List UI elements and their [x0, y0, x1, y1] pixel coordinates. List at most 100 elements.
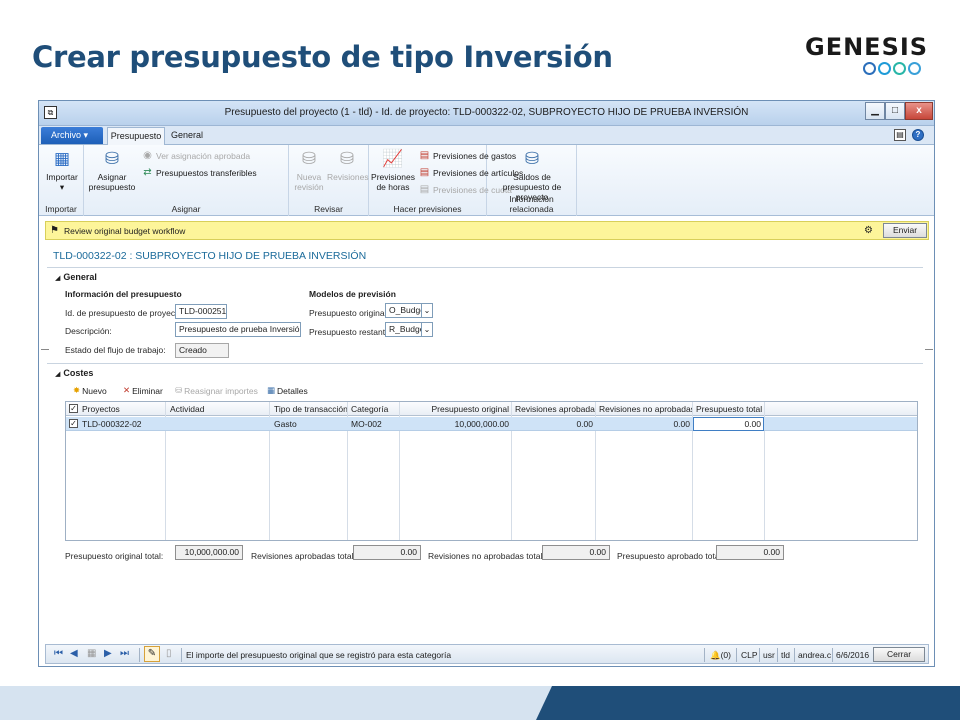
row-checkbox[interactable]: ✓ [69, 419, 78, 428]
eliminar-label: Eliminar [132, 385, 163, 396]
expense-icon: ▤ [419, 150, 430, 161]
nuevo-button[interactable]: ✸ Nuevo [73, 385, 107, 396]
collapse-icon: ◢ [55, 275, 61, 282]
restante-model-label: Presupuesto restante: [309, 327, 393, 337]
importar-label: Importar [46, 172, 78, 182]
asignar-presupuesto-button[interactable]: ⛁ Asignar presupuesto [87, 148, 137, 192]
ver-asignacion-label: Ver asignación aprobada [156, 150, 251, 161]
first-record-icon[interactable]: ⏮ [54, 648, 63, 659]
cell-proyecto[interactable]: TLD-000322-02 [79, 417, 164, 431]
last-record-icon[interactable]: ⏭ [120, 648, 129, 659]
logo-text: GENESIS [805, 33, 929, 61]
cell-presupuesto-original[interactable]: 10,000,000.00 [400, 417, 512, 431]
minimize-button[interactable]: ▁ [865, 102, 885, 120]
view-icon: ◉ [143, 150, 152, 161]
tab-archivo[interactable]: Archivo ▾ [41, 127, 103, 144]
select-all-checkbox[interactable]: ✓ [69, 404, 78, 413]
revisiones-label: Revisiones [327, 172, 369, 182]
alerts-indicator[interactable]: 🔔(0) [710, 650, 731, 661]
nueva-revision-button[interactable]: ⛁ Nueva revisión [292, 148, 326, 192]
next-record-icon[interactable]: ▶ [104, 648, 112, 659]
nueva-revision-label: Nueva revisión [294, 172, 324, 192]
currency-indicator[interactable]: CLP [741, 650, 758, 660]
section-costes-label: Costes [63, 368, 94, 378]
workflow-icon: ⚑ [50, 225, 59, 236]
table-row[interactable]: ✓ TLD-000322-02 Gasto MO-002 10,000,000.… [66, 417, 917, 431]
tab-general[interactable]: General [167, 127, 207, 145]
date-indicator[interactable]: 6/6/2016 [836, 650, 869, 660]
revisiones-button[interactable]: ⛁ Revisiones [327, 148, 369, 182]
document-icon[interactable]: ▯ [166, 648, 172, 659]
logo-ring [893, 62, 906, 75]
cerrar-button[interactable]: Cerrar [873, 647, 925, 662]
cell-actividad[interactable] [167, 417, 271, 431]
chevron-down-icon[interactable]: ⌄ [422, 303, 433, 318]
record-title: TLD-000322-02 : SUBPROYECTO HIJO DE PRUE… [53, 250, 367, 262]
col-presupuesto-total[interactable]: Presupuesto total [693, 402, 764, 416]
section-costes[interactable]: ◢ Costes [55, 368, 93, 378]
detalles-button[interactable]: ▦ Detalles [267, 385, 308, 396]
workflow-actions-icon[interactable]: ⚙ [864, 225, 873, 236]
workflow-bar: ⚑ Review original budget workflow ⚙ Envi… [45, 221, 929, 240]
new-revision-icon: ⛁ [301, 149, 317, 168]
total-aprobado-label: Presupuesto aprobado total: [617, 551, 724, 561]
chevron-down-icon[interactable]: ⌄ [422, 322, 433, 337]
section-general-label: General [63, 272, 97, 282]
genesis-logo: GENESIS [805, 34, 930, 79]
cell-presupuesto-total[interactable]: 0.00 [693, 417, 764, 431]
id-field[interactable]: TLD-000251 [175, 304, 227, 319]
layout-icon[interactable]: ▤ [894, 129, 906, 141]
tab-presupuesto[interactable]: Presupuesto [107, 127, 165, 145]
group-importar: ▦ Importar ▾ Importar [39, 145, 84, 216]
col-actividad[interactable]: Actividad [167, 402, 271, 416]
tab-archivo-label: Archivo [51, 130, 82, 140]
col-revisiones-aprobadas[interactable]: Revisiones aprobadas [512, 402, 596, 416]
restante-model-field[interactable]: R_Budget [385, 322, 422, 337]
description-field[interactable]: Presupuesto de prueba Inversión [175, 322, 301, 337]
ribbon-tabs: Archivo ▾ Presupuesto General ▤ ? [39, 126, 934, 145]
slide-title: Crear presupuesto de tipo Inversión [32, 40, 613, 74]
col-presupuesto-original[interactable]: Presupuesto original [400, 402, 512, 416]
status-divider [794, 648, 795, 662]
splitter-mark [41, 349, 49, 350]
detalles-label: Detalles [277, 385, 308, 396]
grid-view-icon[interactable]: ▦ [87, 648, 96, 659]
hours-forecast-icon: 📈 [382, 149, 404, 168]
close-window-button[interactable]: x [905, 102, 933, 120]
transfer-icon: ⇄ [143, 167, 152, 178]
reasignar-button[interactable]: ⛁ Reasignar importes [175, 385, 258, 396]
reasignar-label: Reasignar importes [184, 385, 258, 396]
status-divider [139, 648, 140, 662]
user-indicator[interactable]: usr [763, 650, 775, 660]
cell-revisiones-aprobadas: 0.00 [576, 419, 593, 429]
ver-asignacion-button[interactable]: ◉ Ver asignación aprobada [142, 150, 250, 161]
edit-mode-icon[interactable]: ✎ [144, 646, 160, 662]
help-icon[interactable]: ? [912, 129, 924, 141]
maximize-button[interactable]: □ [885, 102, 905, 120]
section-general[interactable]: ◢ General [55, 272, 97, 282]
cell-tipo-transaccion[interactable]: Gasto [271, 417, 348, 431]
estado-label: Estado del flujo de trabajo: [65, 345, 166, 355]
col-tipo-transaccion[interactable]: Tipo de transacción [271, 402, 348, 416]
divider [47, 267, 923, 268]
logo-ring [908, 62, 921, 75]
account-indicator: andrea.c [798, 650, 832, 660]
importar-button[interactable]: ▦ Importar ▾ [43, 148, 81, 192]
company-indicator[interactable]: tld [781, 650, 790, 660]
col-categoria[interactable]: Categoría [348, 402, 400, 416]
col-proyectos[interactable]: Proyectos [79, 402, 164, 416]
total-aprobado-field: 0.00 [716, 545, 784, 560]
title-bar[interactable]: ⧉ Presupuesto del proyecto (1 - tld) - I… [39, 101, 934, 126]
original-model-field[interactable]: O_Budget [385, 303, 422, 318]
previous-record-icon[interactable]: ◀ [70, 648, 78, 659]
presupuestos-transferibles-button[interactable]: ⇄ Presupuestos transferibles [142, 167, 256, 178]
eliminar-button[interactable]: ✕ Eliminar [123, 385, 163, 396]
nuevo-label: Nuevo [82, 385, 107, 396]
col-revisiones-no-aprobadas[interactable]: Revisiones no aprobadas [596, 402, 693, 416]
cell-categoria[interactable]: MO-002 [348, 417, 400, 431]
status-message: El importe del presupuesto original que … [186, 650, 452, 660]
enviar-button[interactable]: Enviar [883, 223, 927, 238]
previsiones-horas-button[interactable]: 📈 Previsiones de horas [371, 148, 415, 192]
status-divider [704, 648, 705, 662]
total-no-aprobadas-label: Revisiones no aprobadas totales: [428, 551, 554, 561]
